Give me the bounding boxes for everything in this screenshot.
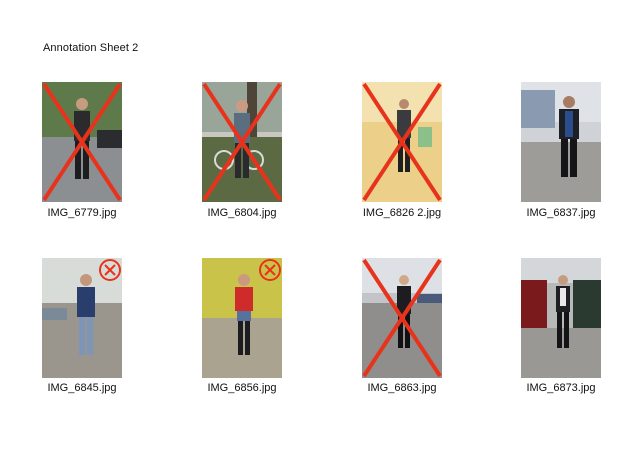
photo-thumbnail[interactable] [521, 82, 601, 202]
photo-filename: IMG_6779.jpg [47, 207, 117, 219]
photo-thumbnail[interactable] [362, 258, 442, 378]
rejected-cross-mark [362, 82, 442, 202]
photo-image [521, 258, 601, 378]
photo-filename: IMG_6804.jpg [207, 207, 277, 219]
reject-badge-icon [259, 259, 281, 281]
rejected-cross-mark [202, 82, 282, 202]
photo-thumbnail[interactable] [202, 82, 282, 202]
photo-filename: IMG_6826 2.jpg [362, 207, 442, 219]
photo-filename: IMG_6873.jpg [526, 382, 596, 394]
photo-thumbnail[interactable] [521, 258, 601, 378]
photo-filename: IMG_6856.jpg [207, 382, 277, 394]
photo-filename: IMG_6845.jpg [47, 382, 117, 394]
rejected-cross-mark [42, 82, 122, 202]
photo-filename: IMG_6837.jpg [526, 207, 596, 219]
photo-thumbnail[interactable] [42, 82, 122, 202]
photo-thumbnail[interactable] [202, 258, 282, 378]
photo-image [521, 82, 601, 202]
photo-thumbnail[interactable] [362, 82, 442, 202]
photo-filename: IMG_6863.jpg [367, 382, 437, 394]
photo-thumbnail[interactable] [42, 258, 122, 378]
sheet-title: Annotation Sheet 2 [43, 42, 139, 54]
reject-badge-icon [99, 259, 121, 281]
rejected-cross-mark [362, 258, 442, 378]
